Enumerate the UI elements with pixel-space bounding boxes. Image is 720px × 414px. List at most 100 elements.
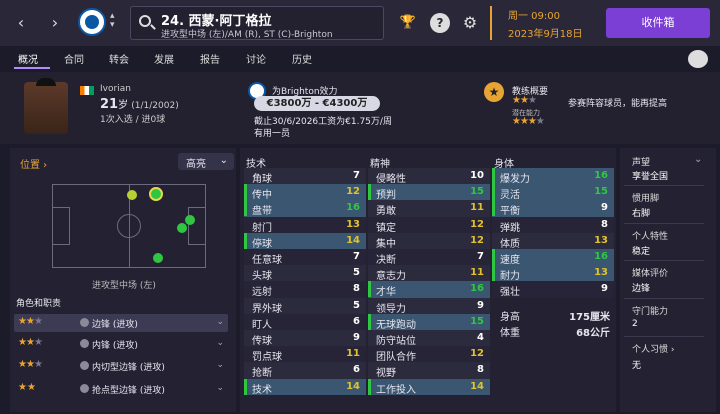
attribute-row[interactable]: 集中 12 — [368, 232, 490, 250]
club-switch-icon[interactable]: ▴ ▾ — [110, 12, 115, 30]
highlight-marker — [492, 168, 495, 184]
attribute-row[interactable]: 罚点球 11 — [244, 346, 366, 363]
attribute-value: 12 — [470, 218, 484, 230]
attribute-row[interactable]: 抢断 6 — [244, 362, 366, 379]
attribute-name: 盯人 — [252, 319, 272, 331]
media-description-value: 边锋 — [632, 284, 651, 294]
position-dot-ml — [149, 187, 163, 201]
user-avatar-icon[interactable] — [688, 50, 708, 68]
forward-button[interactable]: › — [42, 10, 68, 36]
attribute-row[interactable]: 传球 9 — [244, 330, 366, 347]
attribute-row[interactable]: 传中 12 — [244, 184, 366, 201]
attribute-value: 7 — [353, 251, 360, 262]
tab-history[interactable]: 历史 — [292, 51, 312, 66]
attribute-row[interactable]: 视野 8 — [368, 362, 490, 379]
chevron-down-icon: ⌄ — [216, 360, 224, 370]
highlight-marker — [244, 249, 247, 265]
back-button[interactable]: ‹ — [8, 10, 34, 36]
attribute-row[interactable]: 停球 14 — [244, 232, 366, 250]
tab-transfer[interactable]: 转会 — [109, 51, 129, 66]
habits-label[interactable]: 个人习惯 › — [632, 342, 674, 355]
attribute-row[interactable]: 盯人 6 — [244, 313, 366, 331]
tab-reports[interactable]: 报告 — [200, 51, 220, 66]
trophy-icon[interactable]: 🏆 — [398, 13, 418, 33]
highlight-marker — [244, 184, 247, 201]
attribute-name: 角球 — [252, 174, 272, 185]
attribute-row[interactable]: 决断 7 — [368, 249, 490, 266]
attribute-row[interactable]: 平衡 9 — [492, 200, 614, 217]
info-icon[interactable] — [80, 318, 89, 327]
position-dot-aml — [127, 190, 137, 200]
info-icon[interactable] — [80, 384, 89, 393]
attribute-row[interactable]: 耐力 13 — [492, 265, 614, 282]
attribute-row[interactable]: 射门 13 — [244, 216, 366, 234]
player-title-box[interactable]: 24. 西蒙·阿丁格拉 进攻型中场 (左)/AM (R), ST (C)-Bri… — [130, 6, 384, 40]
attribute-row[interactable]: 盘带 16 — [244, 200, 366, 217]
attribute-row[interactable]: 灵活 15 — [492, 184, 614, 201]
attribute-row[interactable]: 预判 15 — [368, 184, 490, 201]
attribute-row[interactable]: 镇定 12 — [368, 216, 490, 234]
preferred-foot-value: 右脚 — [632, 209, 651, 219]
tab-discuss[interactable]: 讨论 — [246, 51, 266, 66]
attribute-row[interactable]: 技术 14 — [244, 378, 366, 396]
goalkeeping-value: 2 — [632, 319, 638, 329]
chevron-down-icon[interactable]: ⌄ — [694, 154, 702, 165]
divider — [624, 298, 704, 299]
info-icon[interactable] — [80, 339, 89, 348]
attribute-row[interactable]: 才华 16 — [368, 281, 490, 298]
highlight-marker — [368, 265, 371, 281]
attribute-row[interactable]: 体质 13 — [492, 232, 614, 250]
attribute-row[interactable]: 远射 8 — [244, 281, 366, 298]
role-row[interactable]: ★★★ 内锋 (进攻) ⌄ — [14, 335, 228, 353]
attribute-row[interactable]: 工作投入 14 — [368, 378, 490, 396]
attribute-row[interactable]: 角球 7 — [244, 168, 366, 185]
attribute-row[interactable]: 速度 16 — [492, 249, 614, 266]
squad-status: 有用一员 — [254, 129, 291, 139]
highlight-marker — [244, 168, 247, 184]
attribute-row[interactable]: 意志力 11 — [368, 265, 490, 282]
sub-nav: 概况 合同 转会 发展 报告 讨论 历史 — [0, 48, 720, 69]
game-date[interactable]: 周一 09:00 2023年9月18日 — [490, 6, 598, 40]
highlight-marker — [368, 281, 371, 298]
highlight-marker — [244, 378, 247, 395]
attribute-row[interactable]: 勇敢 11 — [368, 200, 490, 217]
position-section[interactable]: 位置 › — [20, 156, 47, 171]
role-row[interactable]: ★★★ 内切型边锋 (进攻) ⌄ — [14, 357, 228, 375]
attribute-row[interactable]: 头球 5 — [244, 265, 366, 282]
role-row[interactable]: ★★★ 边锋 (进攻) ⌄ — [14, 314, 228, 332]
date-of-birth: (1/1/2002) — [131, 101, 179, 111]
attribute-row[interactable]: 爆发力 16 — [492, 168, 614, 185]
attribute-row[interactable]: 任意球 7 — [244, 249, 366, 266]
chevron-down-icon: ⌄ — [216, 338, 224, 348]
role-label: 内切型边锋 (进攻) — [92, 363, 165, 373]
attribute-row[interactable]: 侵略性 10 — [368, 168, 490, 185]
attribute-row[interactable]: 团队合作 12 — [368, 346, 490, 363]
divider — [624, 336, 704, 337]
role-row[interactable]: ★★ 抢点型边锋 (进攻) ⌄ — [14, 380, 228, 398]
club-crest-icon[interactable] — [78, 8, 106, 36]
attribute-value: 11 — [346, 348, 360, 360]
highlight-dropdown[interactable]: 高亮 ⌄ — [178, 153, 234, 170]
attribute-row[interactable]: 强壮 9 — [492, 281, 614, 298]
attribute-name: 速度 — [500, 255, 520, 266]
coach-star-icon: ★ — [484, 82, 504, 102]
help-icon[interactable]: ? — [430, 13, 450, 33]
role-stars: ★★★ — [18, 316, 43, 327]
attribute-row[interactable]: 界外球 5 — [244, 297, 366, 315]
physical-list: 爆发力 16 灵活 15 平衡 9 弹跳 8 体质 13 速度 16 耐力 13 强壮 9 — [492, 168, 614, 300]
attribute-row[interactable]: 领导力 9 — [368, 297, 490, 315]
attribute-row[interactable]: 弹跳 8 — [492, 216, 614, 234]
gear-icon[interactable]: ⚙ — [460, 13, 480, 33]
inbox-button[interactable]: 收件箱 — [606, 8, 710, 38]
tab-development[interactable]: 发展 — [154, 51, 174, 66]
info-icon[interactable] — [80, 361, 89, 370]
attribute-value: 8 — [353, 283, 360, 295]
tab-contract[interactable]: 合同 — [64, 51, 84, 66]
tab-overview[interactable]: 概况 — [18, 51, 38, 66]
attribute-row[interactable]: 防守站位 4 — [368, 330, 490, 347]
coach-summary: 参赛阵容球员，能再提高 — [568, 99, 668, 109]
attribute-row[interactable]: 无球跑动 15 — [368, 313, 490, 331]
search-icon[interactable] — [139, 15, 151, 27]
attribute-value: 16 — [470, 283, 484, 295]
highlight-marker — [492, 265, 495, 282]
